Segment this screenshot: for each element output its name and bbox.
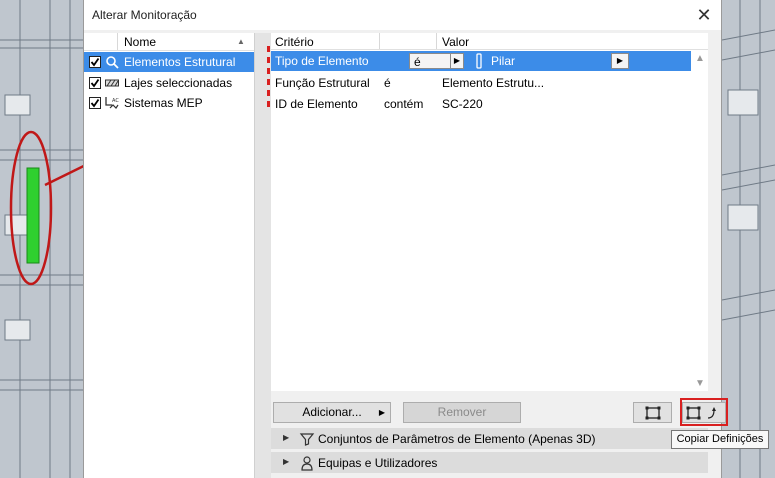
list-item-elementos-estrutural[interactable]: Elementos Estrutural xyxy=(84,52,254,72)
column-header-criterion[interactable]: Critério xyxy=(275,35,314,49)
select-elements-button[interactable] xyxy=(633,402,672,423)
operator-value: é xyxy=(384,76,391,90)
section-label: Conjuntos de Parâmetros de Elemento (Ape… xyxy=(318,432,596,446)
svg-text:AC: AC xyxy=(112,98,119,104)
expand-arrow-icon[interactable]: ▶ xyxy=(283,457,289,466)
remove-button[interactable]: Remover xyxy=(403,402,521,423)
search-icon xyxy=(105,55,119,69)
dropdown-arrow-icon: ▶ xyxy=(378,408,385,417)
dropdown-arrow-icon: ▶ xyxy=(450,54,463,68)
users-icon xyxy=(299,455,315,471)
selection-rectangle-icon xyxy=(645,406,660,420)
tooltip: Copiar Definições xyxy=(671,430,769,449)
column-icon xyxy=(474,53,484,69)
operator-value: contém xyxy=(384,97,424,111)
sort-ascending-icon[interactable]: ▲ xyxy=(237,37,245,46)
dialog-title: Alterar Monitoração xyxy=(92,8,197,22)
dialog-titlebar: Alterar Monitoração ✕ xyxy=(84,0,721,30)
add-button[interactable]: Adicionar... ▶ xyxy=(273,402,391,423)
column-header-value[interactable]: Valor xyxy=(442,35,469,49)
criteria-table-header: Critério Valor xyxy=(271,33,708,50)
mep-icon: AC xyxy=(105,96,119,110)
monitor-list-header: Nome ▲ xyxy=(84,33,254,51)
list-item-lajes-seleccionadas[interactable]: Lajes seleccionadas xyxy=(84,73,254,93)
vertical-scrollbar[interactable]: ▲ ▼ xyxy=(692,51,708,391)
list-item-label: Elementos Estrutural xyxy=(124,55,236,69)
slab-icon xyxy=(105,76,119,90)
section-label: Equipas e Utilizadores xyxy=(318,456,438,470)
checkbox[interactable] xyxy=(89,77,101,89)
criterion-label: ID de Elemento xyxy=(275,97,358,111)
criteria-row-id-de-elemento[interactable]: ID de Elemento contém SC-220 xyxy=(271,94,691,114)
monitor-list: Nome ▲ Elementos Estrutural Lajes selecc… xyxy=(84,33,255,478)
column-header-name[interactable]: Nome xyxy=(124,35,156,49)
operator-value: é xyxy=(414,55,421,69)
alterar-monitoracao-dialog: Alterar Monitoração ✕ Nome ▲ Elementos E… xyxy=(83,0,728,478)
highlight-marker xyxy=(267,90,270,96)
criteria-row-funcao-estrutural[interactable]: Função Estrutural é Elemento Estrutu... xyxy=(271,73,691,93)
add-button-label: Adicionar... xyxy=(302,405,362,419)
highlight-marker xyxy=(267,46,270,52)
criterion-label: Tipo de Elemento xyxy=(275,54,369,68)
highlight-box xyxy=(680,398,728,426)
criteria-table: Critério Valor Tipo de Elemento é ▶ Pila… xyxy=(271,33,708,391)
expand-arrow-icon[interactable]: ▶ xyxy=(283,433,289,442)
scroll-up-icon[interactable]: ▲ xyxy=(695,53,705,64)
operator-dropdown[interactable]: é ▶ xyxy=(409,53,464,69)
highlight-marker xyxy=(267,101,270,107)
dropdown-arrow-icon: ▶ xyxy=(616,56,624,65)
checkbox[interactable] xyxy=(89,97,101,109)
highlight-marker xyxy=(267,68,270,74)
filter-icon xyxy=(299,431,315,447)
section-teams-users[interactable]: ▶ Equipas e Utilizadores xyxy=(271,452,708,473)
pane-splitter[interactable] xyxy=(255,33,271,478)
highlight-marker xyxy=(267,79,270,85)
criterion-label: Função Estrutural xyxy=(275,76,370,90)
section-parameter-sets[interactable]: ▶ Conjuntos de Parâmetros de Elemento (A… xyxy=(271,428,708,449)
list-item-sistemas-mep[interactable]: AC Sistemas MEP xyxy=(84,93,254,113)
remove-button-label: Remover xyxy=(437,405,487,419)
value-dropdown-button[interactable]: ▶ xyxy=(611,53,629,69)
criterion-value: SC-220 xyxy=(442,97,483,111)
scroll-down-icon[interactable]: ▼ xyxy=(695,378,705,389)
criterion-value: Elemento Estrutu... xyxy=(442,76,545,90)
list-item-label: Lajes seleccionadas xyxy=(124,76,233,90)
close-icon[interactable]: ✕ xyxy=(693,4,715,26)
list-item-label: Sistemas MEP xyxy=(124,96,203,110)
highlight-marker xyxy=(267,57,270,63)
criteria-row-tipo-de-elemento[interactable]: Tipo de Elemento é ▶ Pilar ▶ xyxy=(271,51,691,71)
criterion-value: Pilar xyxy=(491,54,516,68)
checkbox[interactable] xyxy=(89,56,101,68)
